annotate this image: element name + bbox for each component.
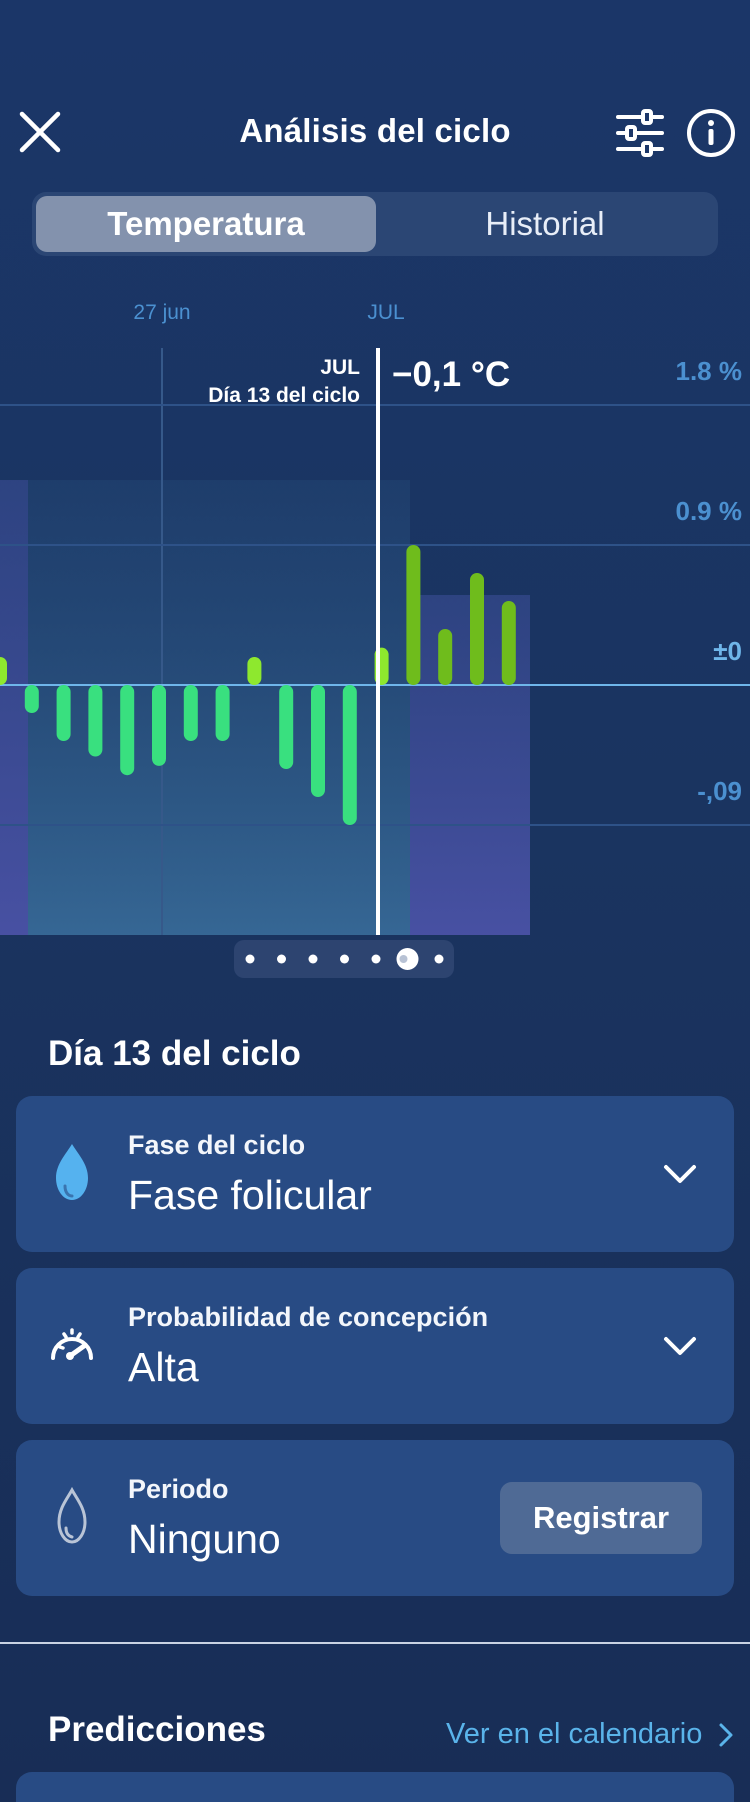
drop-icon	[46, 1142, 130, 1206]
pager-dot-inner	[399, 955, 408, 963]
chart-bar[interactable]	[311, 685, 325, 797]
chart-bar[interactable]	[24, 685, 39, 713]
chart-bar[interactable]	[470, 573, 484, 685]
cycle-phase-value: Fase folicular	[128, 1172, 372, 1218]
y-tick-label: ±0	[713, 636, 742, 666]
chart-pager[interactable]	[234, 940, 454, 978]
pager-dot[interactable]	[277, 954, 286, 964]
x-label-jul: JUL	[367, 301, 404, 324]
chart-bar[interactable]	[438, 629, 453, 685]
selected-month-label: JUL	[320, 356, 360, 379]
predictions-title: Predicciones	[48, 1710, 266, 1749]
view-calendar-link[interactable]: Ver en el calendario	[446, 1718, 734, 1751]
filter-button[interactable]	[614, 108, 666, 158]
chart-bar[interactable]	[501, 601, 516, 685]
period-region-left	[0, 480, 28, 935]
y-tick-label: 1.8 %	[676, 356, 743, 386]
chart-bar[interactable]	[56, 685, 71, 741]
tab-temperatura[interactable]: Temperatura	[36, 196, 376, 252]
view-segmented-control: Temperatura Historial	[32, 192, 718, 256]
predictions-card[interactable]	[16, 1772, 734, 1802]
cycle-phase-label: Fase del ciclo	[128, 1130, 306, 1160]
cycle-phase-card[interactable]: Fase del ciclo Fase folicular	[16, 1096, 734, 1252]
period-value: Ninguno	[128, 1516, 281, 1562]
view-calendar-label: Ver en el calendario	[446, 1718, 703, 1750]
selected-day-label: Día 13 del ciclo	[208, 384, 360, 407]
pager-dot[interactable]	[434, 954, 444, 964]
pager-dot[interactable]	[340, 954, 349, 964]
conception-probability-value: Alta	[128, 1344, 199, 1390]
chart-bar[interactable]	[215, 685, 230, 741]
chart-bar[interactable]	[406, 545, 421, 685]
chart-bar[interactable]	[279, 685, 294, 769]
chart-bar[interactable]	[120, 685, 135, 776]
period-card: Periodo Ninguno Registrar	[16, 1440, 734, 1596]
chart-bar[interactable]	[183, 685, 198, 741]
chevron-down-icon[interactable]	[660, 1154, 700, 1194]
chart-bar[interactable]	[247, 657, 262, 685]
chevron-down-icon[interactable]	[660, 1326, 700, 1366]
chart-bar[interactable]	[0, 657, 7, 685]
y-tick-label: -,09	[697, 776, 742, 806]
section-divider	[0, 1642, 750, 1644]
sliders-icon	[616, 109, 664, 157]
y-tick-label: 0.9 %	[676, 496, 743, 526]
gauge-icon	[46, 1314, 130, 1378]
period-label: Periodo	[128, 1474, 229, 1504]
chevron-right-icon	[719, 1723, 733, 1746]
pager-dot[interactable]	[371, 954, 381, 964]
day-section-title: Día 13 del ciclo	[48, 1034, 301, 1073]
info-icon	[687, 109, 735, 157]
pager-dot[interactable]	[308, 954, 318, 964]
x-label-27jun: 27 jun	[133, 301, 190, 324]
register-period-button[interactable]: Registrar	[500, 1482, 702, 1554]
selected-value-label: −0,1 °C	[392, 355, 510, 394]
temperature-chart[interactable]: 27 jun JUL 1.8 % 0.9 % ±0 -,09 JUL Día 1…	[0, 280, 750, 940]
tab-historial[interactable]: Historial	[376, 196, 714, 252]
chart-bar[interactable]	[152, 685, 166, 766]
conception-probability-card[interactable]: Probabilidad de concepción Alta	[16, 1268, 734, 1424]
chart-bar[interactable]	[88, 685, 103, 757]
period-drop-icon	[46, 1486, 130, 1550]
chart-bar[interactable]	[342, 685, 357, 825]
conception-probability-label: Probabilidad de concepción	[128, 1302, 489, 1332]
pager-dot[interactable]	[245, 954, 255, 964]
info-button[interactable]	[686, 108, 736, 158]
